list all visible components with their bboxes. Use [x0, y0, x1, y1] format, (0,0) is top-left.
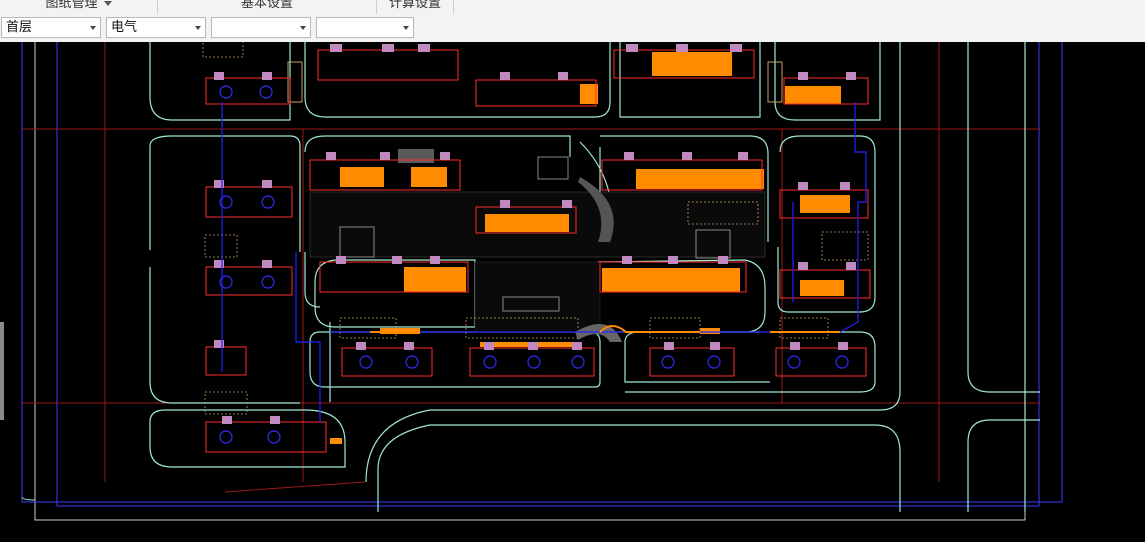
drawing-canvas[interactable] [0, 42, 1145, 542]
chevron-down-icon [90, 26, 96, 30]
floor-select-value: 首层 [6, 20, 33, 35]
menu-bar: 图纸管理 基本设置 计算设置 [0, 0, 1145, 14]
chevron-down-icon [300, 26, 306, 30]
chevron-down-icon [403, 26, 409, 30]
panel-resize-handle[interactable] [0, 322, 4, 420]
discipline-select[interactable]: 电气 [106, 17, 206, 38]
tab-calc-settings[interactable]: 计算设置 [377, 0, 454, 14]
tab-basic-settings[interactable]: 基本设置 [158, 0, 377, 14]
filter3-select[interactable] [211, 17, 311, 38]
filter4-select[interactable] [316, 17, 414, 38]
chevron-down-icon [103, 1, 112, 6]
cad-drawing [21, 42, 1063, 521]
tab-basic-settings-label: 基本设置 [240, 0, 293, 11]
tab-calc-settings-label: 计算设置 [388, 0, 441, 11]
chevron-down-icon [195, 26, 201, 30]
floor-select[interactable]: 首层 [1, 17, 101, 38]
tab-drawing-management-label: 图纸管理 [45, 0, 98, 11]
toolbar: 图纸管理 基本设置 计算设置 首层 电气 [0, 0, 1145, 43]
tab-drawing-management[interactable]: 图纸管理 [0, 0, 158, 14]
discipline-select-value: 电气 [111, 20, 138, 35]
